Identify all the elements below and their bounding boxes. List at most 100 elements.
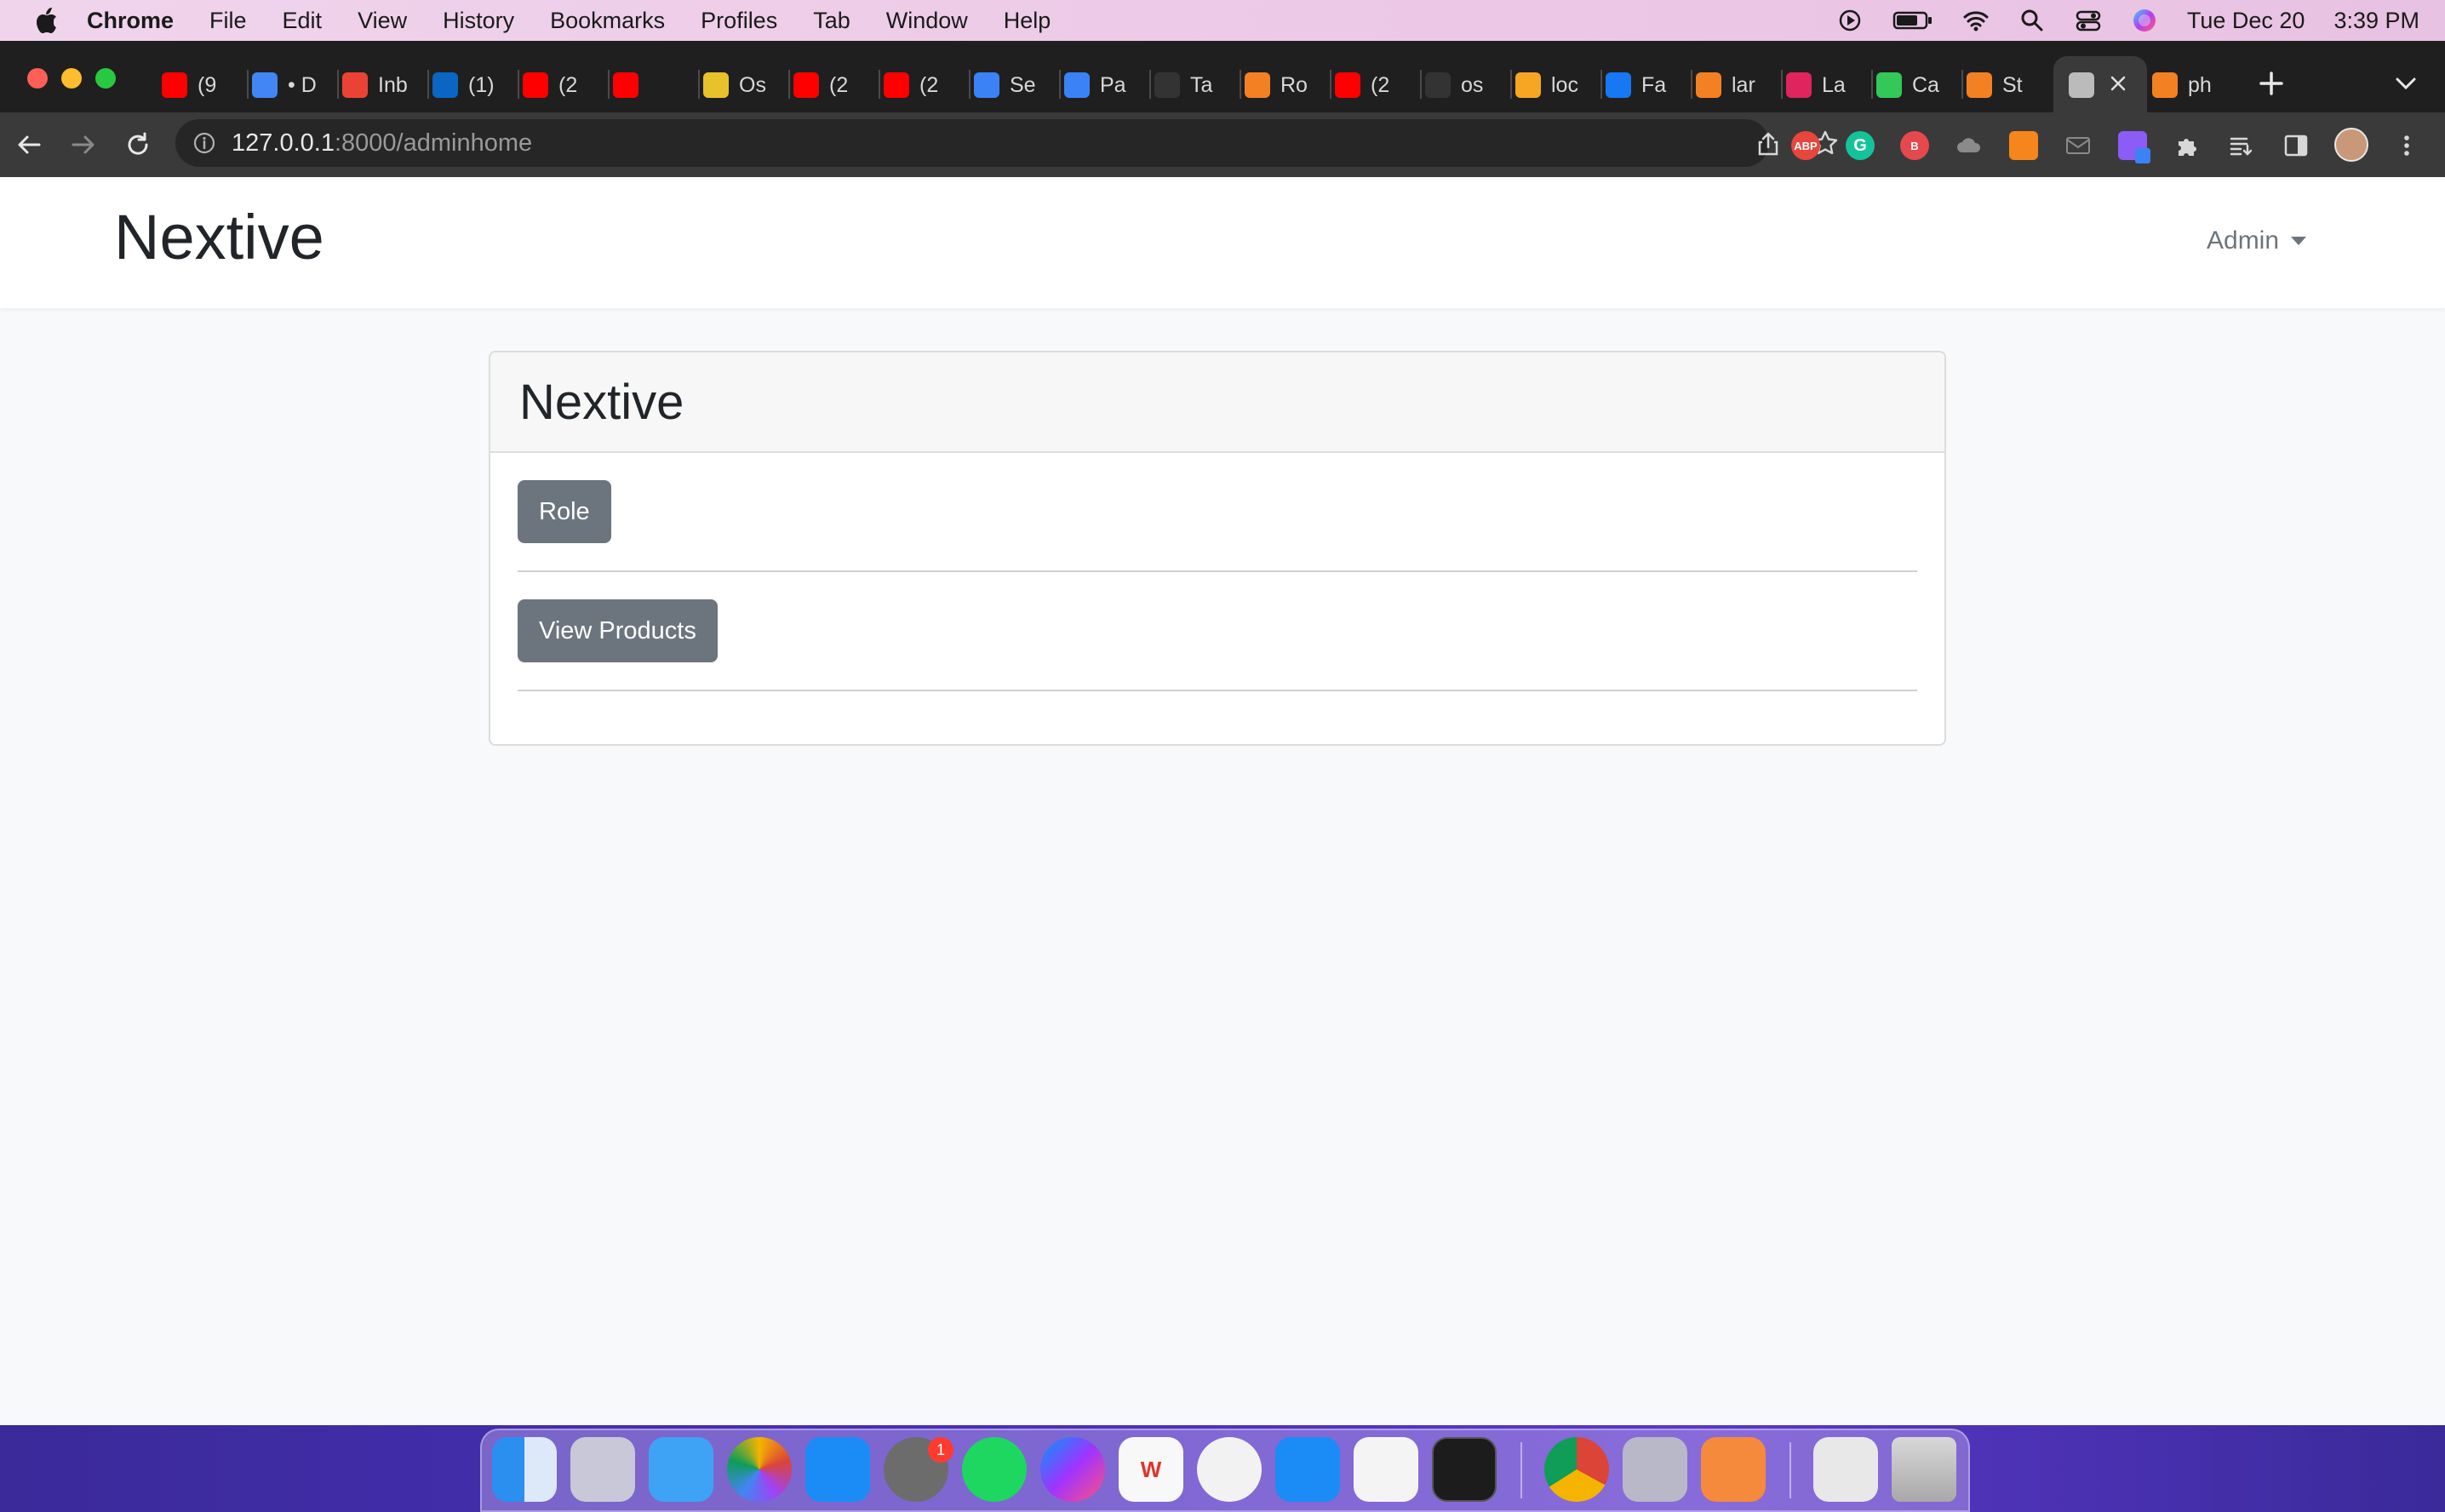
menu-bookmarks[interactable]: Bookmarks xyxy=(550,8,665,34)
role-button[interactable]: Role xyxy=(518,480,611,543)
cloud-icon[interactable] xyxy=(1955,131,1984,160)
spotify-icon[interactable] xyxy=(962,1437,1027,1502)
tab-17[interactable]: lar xyxy=(1696,63,1755,107)
stack-icon xyxy=(2152,72,2178,98)
tab-1[interactable]: • D xyxy=(252,63,317,107)
menu-help[interactable]: Help xyxy=(1004,8,1051,34)
xcode-icon[interactable] xyxy=(1275,1437,1340,1502)
toggl-icon[interactable]: B xyxy=(1900,131,1929,160)
menu-view[interactable]: View xyxy=(358,8,407,34)
control-center-icon[interactable] xyxy=(2075,7,2102,34)
pages-icon[interactable] xyxy=(1701,1437,1766,1502)
tab-label: lar xyxy=(1732,72,1755,97)
more-menu-icon[interactable] xyxy=(2392,131,2421,160)
tab-separator xyxy=(698,70,700,99)
mail-tracker-icon[interactable] xyxy=(2064,131,2093,160)
menu-edit[interactable]: Edit xyxy=(283,8,323,34)
messenger-icon[interactable] xyxy=(1040,1437,1105,1502)
navbar-brand[interactable]: Nextive xyxy=(114,201,324,273)
close-window-button[interactable] xyxy=(27,68,48,89)
tab-7[interactable]: (2 xyxy=(793,63,848,107)
android-studio-icon[interactable] xyxy=(1197,1437,1262,1502)
tab-label: • D xyxy=(288,72,317,97)
profile-avatar[interactable] xyxy=(2334,128,2368,162)
tab-19[interactable]: Ca xyxy=(1876,63,1939,107)
extensions-puzzle-icon[interactable] xyxy=(2173,131,2202,160)
tab-2[interactable]: Inb xyxy=(342,63,408,107)
youtube-icon xyxy=(523,72,548,98)
menu-app-name[interactable]: Chrome xyxy=(87,8,174,34)
tab-12[interactable]: Ro xyxy=(1245,63,1308,107)
menu-file[interactable]: File xyxy=(209,8,247,34)
tab-20[interactable]: St xyxy=(1967,63,2023,107)
tab-22[interactable]: ph xyxy=(2152,63,2212,107)
tab-15[interactable]: loc xyxy=(1515,63,1578,107)
minimize-window-button[interactable] xyxy=(61,68,82,89)
siri-icon[interactable] xyxy=(2131,7,2158,34)
tab-search-chevron-icon[interactable] xyxy=(2394,75,2418,92)
tab-11[interactable]: Ta xyxy=(1154,63,1212,107)
view-products-button[interactable]: View Products xyxy=(518,599,718,662)
back-icon[interactable] xyxy=(14,129,44,160)
divider xyxy=(518,570,1917,572)
menu-window[interactable]: Window xyxy=(886,8,968,34)
url-text[interactable]: 127.0.0.1:8000/adminhome xyxy=(232,129,532,158)
site-info-icon[interactable] xyxy=(192,131,216,155)
tab-8[interactable]: (2 xyxy=(884,63,938,107)
app-store-icon[interactable] xyxy=(805,1437,870,1502)
tab-14[interactable]: os xyxy=(1425,63,1483,107)
spotlight-search-icon[interactable] xyxy=(2018,7,2046,34)
tab-21[interactable] xyxy=(2069,63,2104,107)
side-panel-icon[interactable] xyxy=(2282,131,2310,160)
tab-9[interactable]: Se xyxy=(974,63,1036,107)
tab-18[interactable]: La xyxy=(1786,63,1846,107)
share-icon[interactable] xyxy=(1755,131,1781,157)
launchpad-icon[interactable] xyxy=(570,1437,635,1502)
facebook-icon xyxy=(1606,72,1631,98)
wifi-icon[interactable] xyxy=(1962,7,1990,34)
menu-history[interactable]: History xyxy=(443,8,514,34)
tab-0[interactable]: (9 xyxy=(162,63,216,107)
wps-office-icon[interactable]: W xyxy=(1119,1437,1183,1502)
metamask-fox-icon[interactable] xyxy=(2009,131,2038,160)
tab-separator xyxy=(879,70,880,99)
reading-list-icon[interactable] xyxy=(2227,131,2256,160)
photos-icon[interactable] xyxy=(727,1437,792,1502)
reload-icon[interactable] xyxy=(123,129,153,160)
tab-6[interactable]: Os xyxy=(703,63,766,107)
tab-separator xyxy=(1510,70,1512,99)
grammarly-icon[interactable]: G xyxy=(1846,131,1875,160)
tab-label: Pa xyxy=(1100,72,1126,97)
menu-tab[interactable]: Tab xyxy=(813,8,850,34)
tab-5[interactable] xyxy=(613,63,649,107)
close-tab-icon[interactable] xyxy=(2108,73,2128,94)
menubar-time[interactable]: 3:39 PM xyxy=(2333,8,2419,34)
maximize-window-button[interactable] xyxy=(95,68,116,89)
play-icon[interactable] xyxy=(1836,7,1864,34)
tab-13[interactable]: (2 xyxy=(1335,63,1389,107)
adblock-plus-icon[interactable]: ABP xyxy=(1791,131,1820,160)
downloads-stack-icon[interactable] xyxy=(1813,1437,1878,1502)
menu-profiles[interactable]: Profiles xyxy=(701,8,777,34)
finder-icon[interactable] xyxy=(492,1437,557,1502)
activity-monitor-icon[interactable] xyxy=(1432,1437,1497,1502)
tab-3[interactable]: (1) xyxy=(432,63,495,107)
trash-icon[interactable] xyxy=(1892,1437,1956,1502)
forward-icon[interactable] xyxy=(68,129,99,160)
tab-4[interactable]: (2 xyxy=(523,63,577,107)
tab-16[interactable]: Fa xyxy=(1606,63,1666,107)
chrome-icon[interactable] xyxy=(1544,1437,1609,1502)
stack-icon xyxy=(1696,72,1721,98)
address-bar[interactable]: 127.0.0.1:8000/adminhome xyxy=(175,119,1838,167)
system-settings-icon[interactable] xyxy=(1623,1437,1687,1502)
menubar-date[interactable]: Tue Dec 20 xyxy=(2187,8,2305,34)
apple-icon[interactable] xyxy=(31,3,65,37)
tab-10[interactable]: Pa xyxy=(1064,63,1126,107)
battery-icon[interactable] xyxy=(1892,7,1933,34)
new-tab-icon[interactable] xyxy=(2258,70,2285,97)
card-title: Nextive xyxy=(519,374,684,430)
mail-icon[interactable] xyxy=(649,1437,713,1502)
vscode-icon[interactable] xyxy=(1354,1437,1418,1502)
stack-icon xyxy=(1245,72,1270,98)
admin-dropdown[interactable]: Admin xyxy=(2207,226,2307,255)
